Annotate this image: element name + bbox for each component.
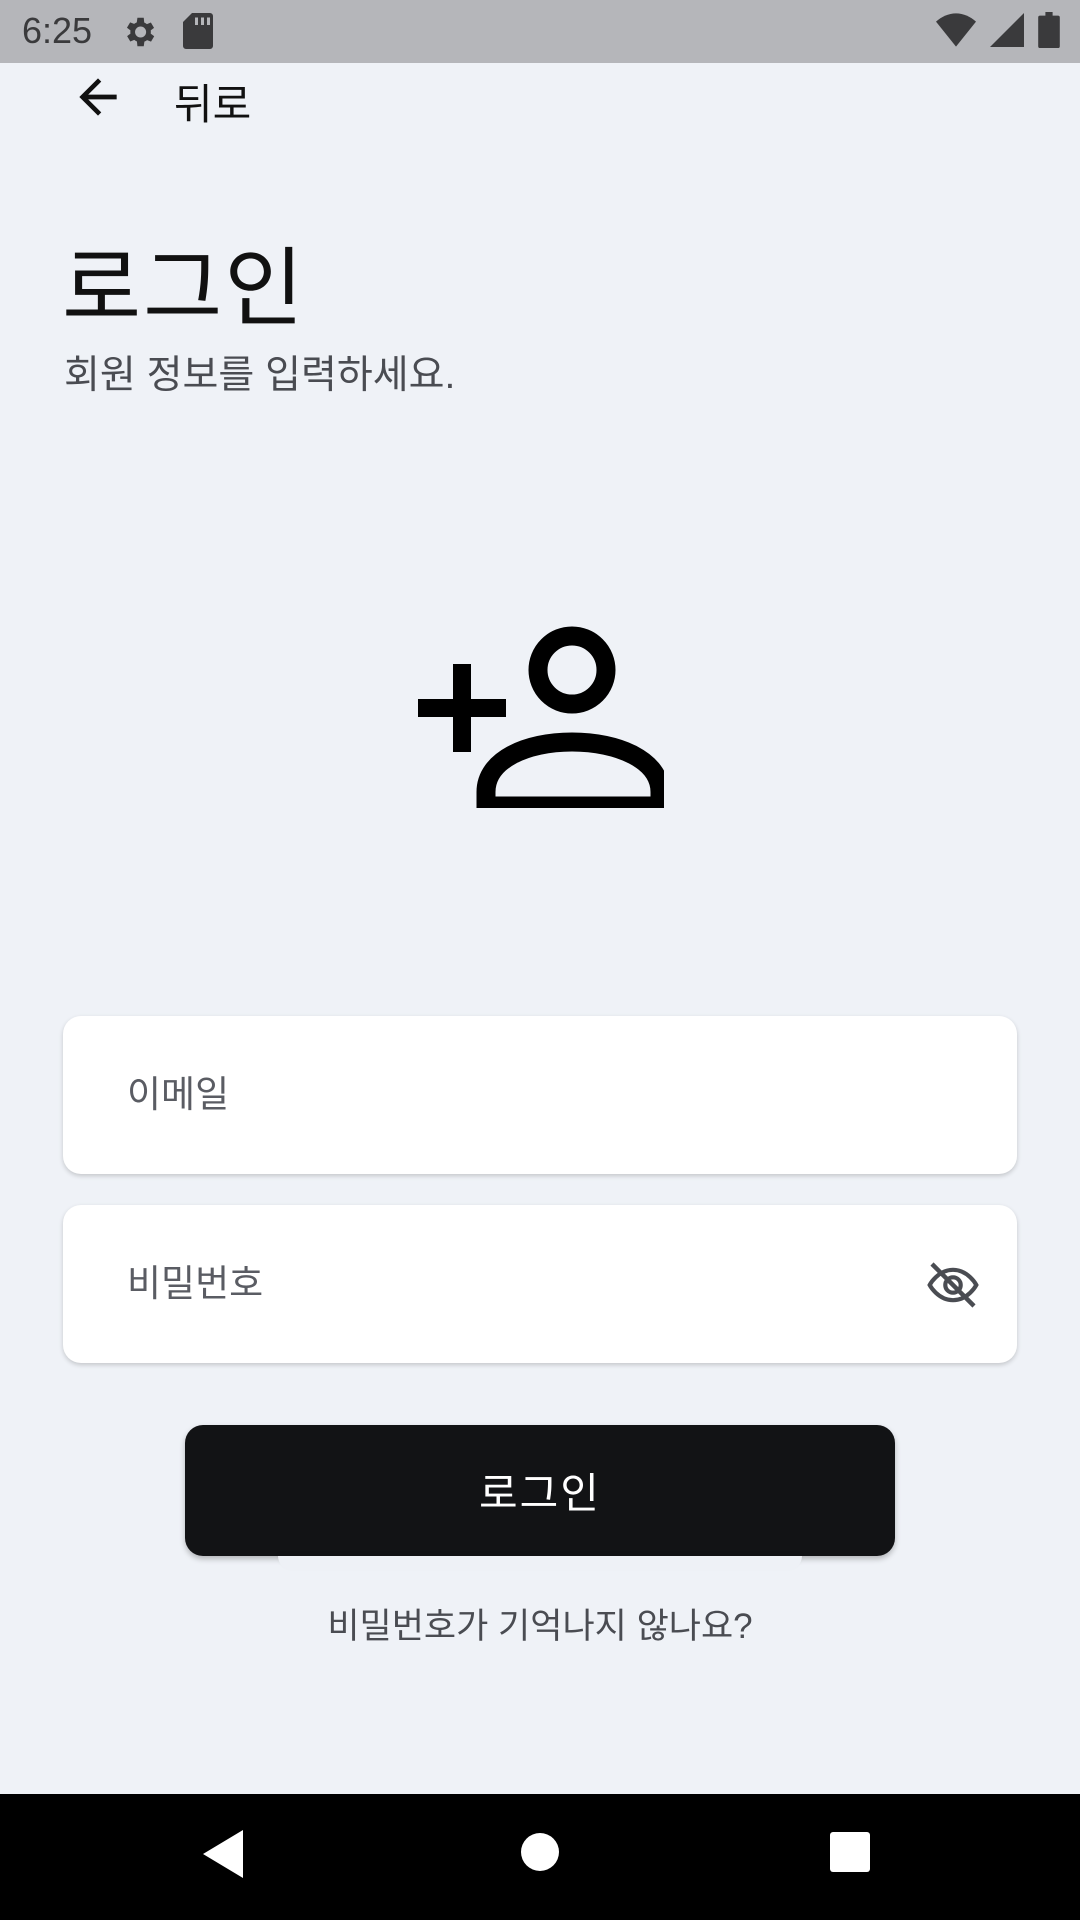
sd-card-icon	[183, 13, 213, 53]
gear-icon	[120, 13, 158, 55]
nav-recent-icon[interactable]	[830, 1832, 870, 1876]
system-nav-bar	[0, 1794, 1080, 1920]
status-bar: 6:25	[0, 0, 1080, 63]
back-button-label[interactable]: 뒤로	[174, 71, 251, 132]
button-shadow-divider	[278, 1556, 802, 1570]
arrow-left-icon[interactable]	[70, 69, 126, 125]
email-field[interactable]	[63, 1016, 1017, 1174]
password-field[interactable]	[63, 1205, 1017, 1363]
forgot-password-link[interactable]: 비밀번호가 기억나지 않나요?	[0, 1598, 1080, 1649]
battery-icon	[1038, 12, 1060, 52]
signal-icon	[990, 13, 1024, 51]
password-field-container	[63, 1205, 1017, 1363]
nav-home-icon[interactable]	[520, 1832, 560, 1876]
eye-off-icon[interactable]	[925, 1257, 981, 1313]
top-bar: 뒤로	[0, 63, 1080, 173]
add-person-icon	[414, 624, 670, 816]
email-field-container	[63, 1016, 1017, 1174]
login-button[interactable]: 로그인	[185, 1425, 895, 1556]
nav-back-icon[interactable]	[203, 1830, 243, 1882]
login-screen: 6:25 뒤로 로그인 회원 정보를 입력하세요. 이메일 로그인 비밀번호가 …	[0, 0, 1080, 1920]
page-title: 로그인	[62, 241, 306, 337]
status-time: 6:25	[22, 10, 93, 51]
wifi-icon	[936, 13, 976, 51]
status-icons	[936, 12, 1060, 52]
page-subtitle: 회원 정보를 입력하세요.	[64, 354, 456, 397]
